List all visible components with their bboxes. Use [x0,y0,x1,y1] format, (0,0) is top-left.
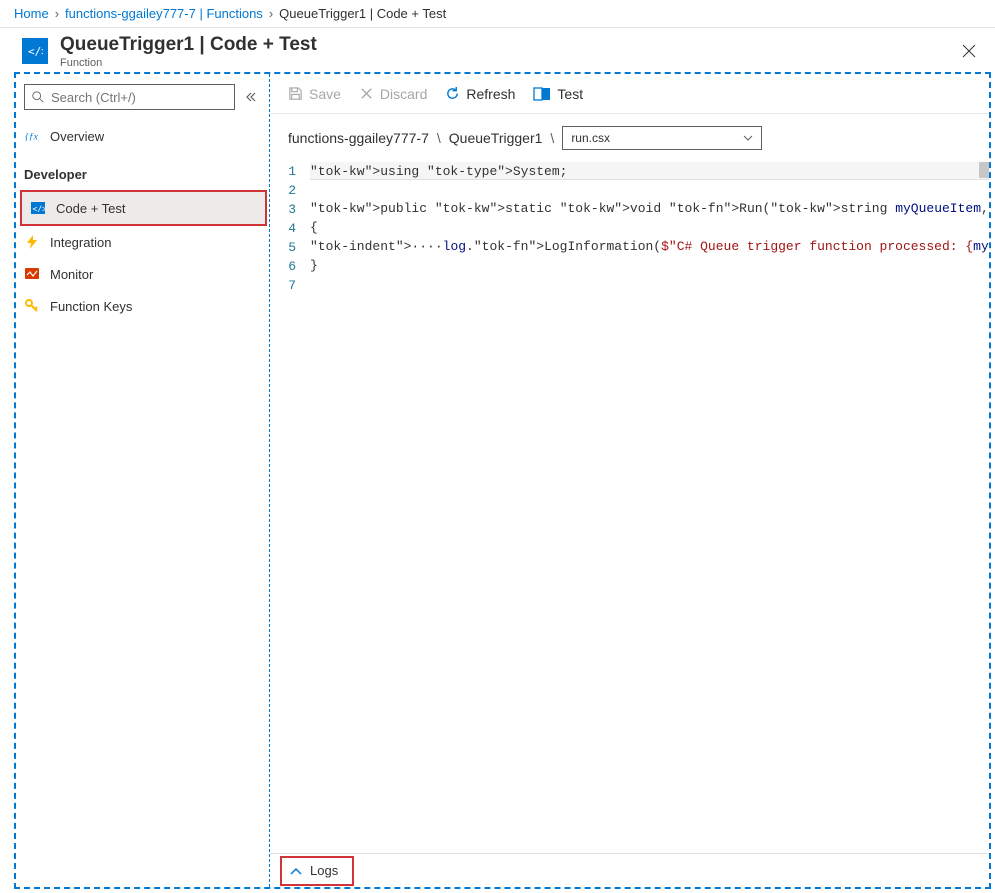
code-line: { [310,218,989,237]
sidebar-item-integration[interactable]: Integration [16,226,269,258]
line-number: 6 [270,257,310,276]
page-header: </> QueueTrigger1 | Code + Test Function [0,28,995,72]
refresh-icon [445,86,460,101]
key-icon [24,298,40,314]
code-line: } [310,256,989,275]
logs-toggle-button[interactable]: Logs [280,856,354,886]
editor-minimap[interactable] [979,162,989,178]
code-icon: </> [30,200,46,216]
file-select-dropdown[interactable]: run.csx [562,126,762,150]
line-number: 7 [270,276,310,295]
line-number: 3 [270,200,310,219]
refresh-button[interactable]: Refresh [445,86,515,102]
search-icon [31,90,45,104]
test-icon [533,87,551,101]
sidebar-search-input[interactable] [51,90,228,105]
collapse-sidebar-button[interactable] [241,87,261,107]
chevron-up-icon [290,867,302,875]
main-panel: {ƒx} Overview Developer </> Code + Test … [14,72,991,889]
line-number: 1 [270,162,310,181]
svg-text:{ƒx}: {ƒx} [25,132,39,143]
overview-icon: {ƒx} [24,128,40,144]
sidebar-item-code-test[interactable]: </> Code + Test [22,192,265,224]
lightning-icon [24,234,40,250]
path-function: QueueTrigger1 [449,130,543,146]
save-icon [288,86,303,101]
line-number: 5 [270,238,310,257]
breadcrumb-functions-app[interactable]: functions-ggailey777-7 | Functions [65,6,263,21]
close-icon [962,44,976,58]
code-line [310,275,989,294]
sidebar: {ƒx} Overview Developer </> Code + Test … [16,74,270,887]
svg-text:</>: </> [33,205,46,214]
logs-label: Logs [310,863,338,878]
sidebar-item-monitor[interactable]: Monitor [16,258,269,290]
chevron-down-icon [743,135,753,141]
sidebar-item-function-keys[interactable]: Function Keys [16,290,269,322]
path-separator: \ [437,130,441,146]
breadcrumb-home[interactable]: Home [14,6,49,21]
line-number: 2 [270,181,310,200]
code-line: "tok-kw">using "tok-type">System; [310,162,989,180]
save-button[interactable]: Save [288,86,341,102]
chevron-double-left-icon [245,91,257,103]
sidebar-item-label: Overview [50,129,104,144]
discard-button[interactable]: Discard [359,86,427,102]
breadcrumb: Home › functions-ggailey777-7 | Function… [0,0,995,28]
monitor-icon [24,266,40,282]
discard-icon [359,86,374,101]
sidebar-item-label: Code + Test [56,201,126,216]
logs-bar: Logs [270,853,989,887]
content-pane: Save Discard Refresh Test functions-ggai… [270,74,989,887]
chevron-right-icon: › [269,6,273,21]
page-subtitle: Function [60,57,957,69]
svg-text:</>: </> [28,45,43,58]
toolbar: Save Discard Refresh Test [270,74,989,114]
code-line [310,180,989,199]
path-app: functions-ggailey777-7 [288,130,429,146]
sidebar-section-developer: Developer [16,158,269,190]
chevron-right-icon: › [55,6,59,21]
close-button[interactable] [957,39,981,63]
test-button[interactable]: Test [533,86,583,102]
sidebar-item-label: Integration [50,235,111,250]
page-title: QueueTrigger1 | Code + Test [60,34,957,56]
sidebar-item-label: Monitor [50,267,93,282]
function-code-icon: </> [22,38,48,64]
sidebar-search[interactable] [24,84,235,110]
code-editor[interactable]: 1 2 3 4 5 6 7 "tok-kw">using "tok-type">… [270,162,989,853]
editor-content[interactable]: "tok-kw">using "tok-type">System; "tok-k… [310,162,989,853]
file-path-row: functions-ggailey777-7 \ QueueTrigger1 \… [270,114,989,162]
line-number: 4 [270,219,310,238]
editor-gutter: 1 2 3 4 5 6 7 [270,162,310,853]
code-line: "tok-kw">public "tok-kw">static "tok-kw"… [310,199,989,218]
code-line: "tok-indent">····log."tok-fn">LogInforma… [310,237,989,256]
sidebar-item-label: Function Keys [50,299,132,314]
path-separator: \ [550,130,554,146]
sidebar-item-overview[interactable]: {ƒx} Overview [16,120,269,152]
breadcrumb-current: QueueTrigger1 | Code + Test [279,6,446,21]
file-select-value: run.csx [571,131,610,145]
